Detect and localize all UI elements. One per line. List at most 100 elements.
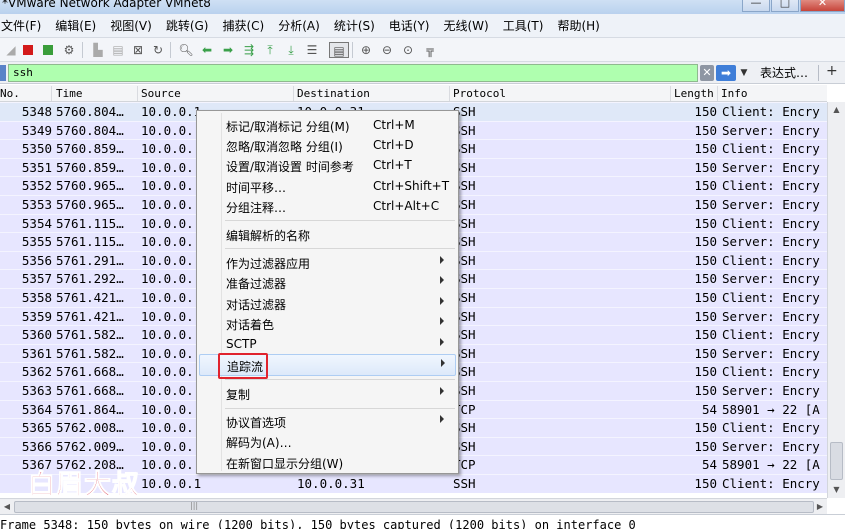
expression-button[interactable]: 表达式… [760,64,808,81]
menu-tools[interactable]: 工具(T) [496,14,551,38]
menu-item-time-shift[interactable]: 时间平移… Ctrl+Shift+T [199,176,456,196]
forward-icon[interactable]: ➡ [220,42,236,58]
frame-summary: Frame 5348: 150 bytes on wire (1200 bits… [0,518,636,529]
packet-source: 10.0.0. [141,345,194,361]
packet-details-line[interactable]: Frame 5348: 150 bytes on wire (1200 bits… [0,514,845,529]
save-icon[interactable]: ▤ [110,42,126,58]
autoscroll-icon[interactable]: ☰ [304,42,320,58]
packet-context-menu: 标记/取消标记 分组(M) Ctrl+M 忽略/取消忽略 分组(I) Ctrl+… [196,110,459,474]
menu-capture[interactable]: 捕获(C) [215,14,271,38]
maximize-button[interactable]: □ [771,0,799,12]
menu-item-label: 作为过滤器应用 [226,257,311,271]
last-icon[interactable]: ⤓ [283,42,299,58]
menu-item-packet-comment[interactable]: 分组注释… Ctrl+Alt+C [199,196,456,216]
watermark-text: 白眉大叔 [28,470,140,502]
restart-icon[interactable] [40,42,56,58]
options-icon[interactable]: ⚙ [61,42,77,58]
packet-no: 5362 [21,364,52,380]
column-destination[interactable]: Destination [295,86,450,101]
menu-separator [225,220,455,221]
column-time[interactable]: Time [54,86,138,101]
open-icon[interactable]: ▙ [90,42,106,58]
shark-fin-icon[interactable]: ◢ [3,42,19,58]
menu-analyze[interactable]: 分析(A) [271,14,327,38]
packet-list-vscrollbar[interactable]: ▲ ▼ [827,102,845,498]
zoom-normal-icon[interactable]: ⊙ [400,42,416,58]
find-icon[interactable]: 🔍︎ [178,42,194,58]
first-icon[interactable]: ⤒ [262,42,278,58]
bookmark-icon[interactable] [0,65,6,81]
menu-wireless[interactable]: 无线(W) [437,14,496,38]
menu-item-protocol-preferences[interactable]: 协议首选项 [199,411,456,431]
display-filter-input[interactable]: ssh [8,64,698,82]
menu-item-edit-resolved-name[interactable]: 编辑解析的名称 [199,224,456,244]
menu-statistics[interactable]: 统计(S) [327,14,382,38]
menu-file[interactable]: 文件(F) [0,14,48,38]
menu-item-show-packet-new-window[interactable]: 在新窗口显示分组(W) [199,452,456,472]
close-file-icon[interactable]: ⊠ [130,42,146,58]
resize-columns-icon[interactable]: ╦ [422,42,438,58]
reload-icon[interactable]: ↻ [150,42,166,58]
apply-filter-icon[interactable]: ➡ [716,65,736,81]
toolbar-separator [170,42,171,58]
packet-no: 5354 [21,215,52,231]
scroll-up-icon[interactable]: ▲ [828,102,845,118]
zoom-in-icon[interactable]: ⊕ [358,42,374,58]
menu-go[interactable]: 跳转(G) [159,14,216,38]
column-length[interactable]: Length [672,86,718,101]
filter-history-dropdown-icon[interactable]: ▼ [738,65,750,81]
packet-length: 150 [694,104,717,119]
packet-info: Client: Encry [722,364,820,380]
menu-view[interactable]: 视图(V) [103,14,159,38]
menu-telephony[interactable]: 电话(Y) [382,14,437,38]
goto-icon[interactable]: ⇶ [241,42,257,58]
menu-item-decode-as[interactable]: 解码为(A)… [199,431,456,451]
packet-info: Server: Encry [722,308,820,324]
packet-length: 150 [694,438,717,454]
add-filter-button[interactable]: + [826,63,838,79]
stop-icon[interactable] [20,42,36,58]
packet-list-header: No. Time Source Destination Protocol Len… [0,85,827,102]
column-no[interactable]: No. [0,86,52,101]
minimize-button[interactable]: — [742,0,770,12]
menu-help[interactable]: 帮助(H) [550,14,606,38]
menu-item-conversation-filter[interactable]: 对话过滤器 [199,293,456,313]
scroll-left-icon[interactable]: ◀ [0,499,14,515]
menu-edit[interactable]: 编辑(E) [48,14,103,38]
column-protocol[interactable]: Protocol [451,86,671,101]
submenu-arrow-icon [440,276,444,284]
scroll-down-icon[interactable]: ▼ [828,482,845,498]
packet-length: 150 [694,215,717,231]
menu-item-prepare-filter[interactable]: 准备过滤器 [199,272,456,292]
menu-separator [225,379,455,380]
menu-item-apply-as-filter[interactable]: 作为过滤器应用 [199,252,456,272]
filter-separator [818,65,819,81]
clear-filter-icon[interactable]: ✕ [700,65,714,81]
packet-no: 5355 [21,234,52,250]
packet-info: Client: Encry [722,420,820,436]
close-button[interactable]: ✕ [800,0,845,12]
packet-length: 150 [694,178,717,194]
menu-item-shortcut: Ctrl+T [373,158,412,172]
hscroll-grip-icon: ||| [190,501,199,510]
menu-item-mark-packet[interactable]: 标记/取消标记 分组(M) Ctrl+M [199,115,456,135]
packet-time: 5761.668… [56,383,124,398]
back-icon[interactable]: ⬅ [199,42,215,58]
menu-item-ignore-packet[interactable]: 忽略/取消忽略 分组(I) Ctrl+D [199,135,456,155]
packet-source: 10.0.0. [141,271,194,287]
packet-no: 5353 [21,197,52,212]
hscroll-thumb[interactable] [14,501,814,513]
packet-length: 150 [694,364,717,380]
vscroll-thumb[interactable] [830,442,843,480]
colorize-icon[interactable]: ▤ [329,42,349,58]
zoom-out-icon[interactable]: ⊖ [379,42,395,58]
menu-item-sctp[interactable]: SCTP [199,334,456,354]
packet-time: 5760.804… [56,104,124,119]
menu-item-colorize-conversation[interactable]: 对话着色 [199,313,456,333]
menu-item-time-reference[interactable]: 设置/取消设置 时间参考 Ctrl+T [199,155,456,175]
scroll-right-icon[interactable]: ▶ [813,499,827,515]
column-info[interactable]: Info [719,86,827,101]
packet-source: 10.0.0. [141,364,194,380]
menu-item-copy[interactable]: 复制 [199,383,456,403]
column-source[interactable]: Source [139,86,294,101]
